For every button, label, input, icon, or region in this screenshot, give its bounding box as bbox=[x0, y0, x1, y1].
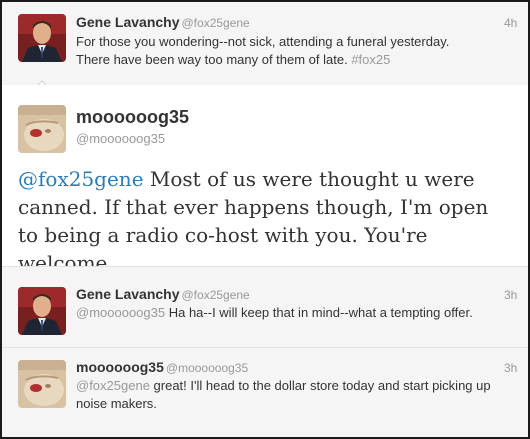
avatar[interactable] bbox=[18, 105, 66, 153]
tweet-text: @fox25gene Most of us were thought u wer… bbox=[18, 165, 510, 277]
cat-face-avatar-icon bbox=[18, 105, 66, 153]
avatar[interactable] bbox=[18, 360, 66, 408]
timestamp[interactable]: 3h bbox=[504, 288, 517, 302]
display-name[interactable]: moooooog35 bbox=[76, 107, 189, 128]
tweet-text: @fox25gene great! I'll head to the dolla… bbox=[76, 377, 516, 413]
display-name-text[interactable]: moooooog35 bbox=[76, 359, 164, 375]
tweet-text: For those you wondering--not sick, atten… bbox=[76, 33, 516, 69]
timestamp[interactable]: 3h bbox=[504, 361, 517, 375]
avatar[interactable] bbox=[18, 287, 66, 335]
handle[interactable]: @moooooog35 bbox=[76, 131, 165, 146]
tweet-mog-reply[interactable]: moooooog35 @moooooog35 3h @fox25gene grea… bbox=[2, 348, 528, 437]
handle[interactable]: @fox25gene bbox=[182, 288, 250, 302]
display-name[interactable]: Gene Lavanchy @fox25gene bbox=[76, 14, 250, 30]
focused-tweet[interactable]: moooooog35 @moooooog35 @fox25gene Most o… bbox=[2, 85, 528, 275]
man-in-suit-avatar-icon bbox=[18, 14, 66, 62]
timestamp[interactable]: 4h bbox=[504, 16, 517, 30]
mention-link[interactable]: @moooooog35 bbox=[76, 305, 165, 320]
handle[interactable]: @fox25gene bbox=[182, 16, 250, 30]
display-name[interactable]: moooooog35 @moooooog35 bbox=[76, 359, 248, 375]
display-name-text[interactable]: Gene Lavanchy bbox=[76, 14, 180, 30]
mention-link[interactable]: @fox25gene bbox=[18, 167, 144, 191]
tweet-gene-reply[interactable]: Gene Lavanchy @fox25gene 3h @moooooog35 H… bbox=[2, 267, 528, 347]
avatar[interactable] bbox=[18, 14, 66, 62]
tweet-text-line: For those you wondering--not sick, atten… bbox=[76, 34, 450, 49]
tweet-text-fragment: Ha ha--I will keep that in mind--what a … bbox=[165, 305, 473, 320]
display-name[interactable]: Gene Lavanchy @fox25gene bbox=[76, 286, 250, 302]
cat-face-avatar-icon bbox=[18, 360, 66, 408]
hashtag-link[interactable]: #fox25 bbox=[351, 52, 390, 67]
display-name-text[interactable]: Gene Lavanchy bbox=[76, 286, 180, 302]
tweet-gene-1[interactable]: Gene Lavanchy @fox25gene 4h For those you… bbox=[2, 2, 528, 85]
tweet-text: @moooooog35 Ha ha--I will keep that in m… bbox=[76, 304, 516, 322]
mention-link[interactable]: @fox25gene bbox=[76, 378, 150, 393]
handle[interactable]: @moooooog35 bbox=[166, 361, 248, 375]
man-in-suit-avatar-icon bbox=[18, 287, 66, 335]
tweet-text-fragment: There have been way too many of them of … bbox=[76, 52, 352, 67]
conversation-view: Gene Lavanchy @fox25gene 4h For those you… bbox=[0, 0, 530, 439]
tweet-text-line: There have been way too many of them of … bbox=[76, 51, 516, 69]
